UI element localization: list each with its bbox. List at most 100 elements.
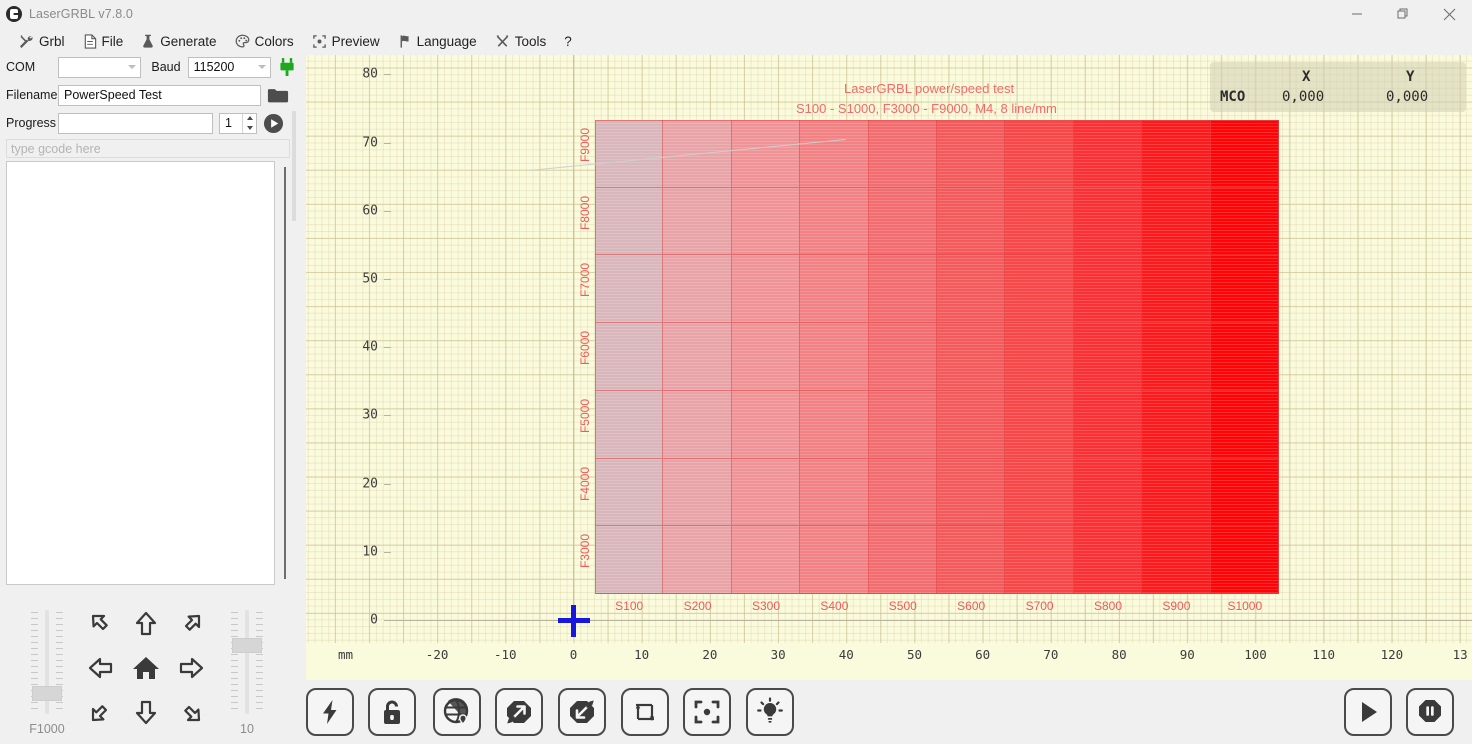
- green-plug-icon[interactable]: [279, 57, 296, 77]
- x-axis-tick-label: 100: [1244, 647, 1267, 662]
- jog-speed-label: F1000: [29, 722, 65, 736]
- x-axis-tick-label: 90: [1179, 647, 1195, 662]
- gcode-input[interactable]: type gcode here: [6, 139, 290, 158]
- y-axis-tick: [384, 483, 391, 485]
- test-cell-S900-F3000: [1142, 526, 1211, 594]
- test-cell-S700-F6000: [1005, 323, 1074, 391]
- test-cell-S100-F5000: [595, 390, 664, 459]
- reset-button[interactable]: [306, 688, 354, 736]
- unlock-button[interactable]: [368, 688, 416, 736]
- slider-thumb[interactable]: [32, 686, 62, 701]
- run-button[interactable]: [1344, 688, 1392, 736]
- test-cell-S700-F5000: [1005, 390, 1074, 459]
- homing-button[interactable]: [433, 688, 481, 736]
- jog-down-right-button[interactable]: [170, 691, 212, 733]
- menu-file[interactable]: File: [74, 32, 133, 51]
- chevron-down-icon: [128, 65, 137, 69]
- test-cell-S800-F9000: [1073, 120, 1143, 188]
- frame-loop-button[interactable]: [621, 688, 669, 736]
- test-cell-S200-F8000: [663, 187, 732, 256]
- test-cell-S400-F4000: [800, 458, 869, 527]
- menu-colors[interactable]: Colors: [226, 32, 303, 51]
- jog-step-slider[interactable]: [228, 610, 266, 714]
- menu-language-label: Language: [416, 34, 477, 49]
- menu-grbl[interactable]: Grbl: [10, 32, 74, 51]
- repeat-count-stepper[interactable]: 1: [219, 112, 257, 134]
- column-label-S400: S400: [820, 599, 849, 613]
- com-select[interactable]: [58, 56, 142, 78]
- jog-step-label: 10: [240, 722, 254, 736]
- test-cell-S900-F4000: [1142, 458, 1211, 527]
- menu-tools[interactable]: Tools: [486, 32, 556, 51]
- jog-home-button[interactable]: [125, 647, 167, 689]
- jog-down-left-button[interactable]: [80, 691, 122, 733]
- y-axis-tick: [384, 620, 391, 621]
- pause-button[interactable]: [1406, 688, 1454, 736]
- play-circle-icon[interactable]: [263, 113, 284, 134]
- menu-help-label: ?: [564, 34, 572, 49]
- y-axis-tick-label: 10: [362, 544, 378, 560]
- baud-select[interactable]: 115200: [187, 56, 271, 78]
- panel-splitter[interactable]: [292, 111, 296, 221]
- chart-subtitle: S100 - S1000, F3000 - F9000, M4, 8 line/…: [796, 101, 1057, 116]
- stepper-down-icon[interactable]: [246, 125, 253, 130]
- stepper-arrows[interactable]: [242, 113, 256, 133]
- preview-canvas[interactable]: 0 10 20 30 40 50 60 70 80 S100 S200 S300 S400 S500 S6…: [306, 55, 1472, 680]
- folder-icon[interactable]: [267, 87, 289, 104]
- bottom-toolbar: [296, 680, 1472, 744]
- arrow-in-octagon-icon: [570, 700, 594, 723]
- menu-help[interactable]: ?: [555, 32, 581, 51]
- return-zero-button[interactable]: [558, 688, 606, 736]
- y-axis-tick: [384, 415, 391, 417]
- test-cell-S800-F5000: [1073, 390, 1143, 459]
- minimize-button[interactable]: [1334, 0, 1380, 28]
- test-cell-S300-F8000: [731, 187, 801, 256]
- x-axis-tick-label: 20: [702, 647, 718, 662]
- x-axis-strip: -20 -10 0 10 20 30 40 50 60 70 80 90 100 110 120 13: [306, 643, 1472, 680]
- y-axis-tick: [384, 74, 391, 76]
- test-cell-S200-F5000: [663, 390, 732, 459]
- arrow-out-octagon-icon: [507, 701, 531, 724]
- test-cell-S400-F6000: [800, 323, 869, 391]
- console-scrollbar[interactable]: [281, 167, 289, 579]
- test-cell-S500-F7000: [868, 255, 937, 324]
- jog-up-right-button[interactable]: [170, 603, 212, 645]
- set-zero-button[interactable]: [495, 688, 543, 736]
- test-cell-S600-F4000: [937, 458, 1006, 527]
- test-cell-S700-F3000: [1005, 526, 1074, 594]
- restore-button[interactable]: [1380, 0, 1426, 28]
- close-button[interactable]: [1426, 0, 1472, 28]
- console-log[interactable]: [6, 161, 275, 585]
- menu-language[interactable]: Language: [389, 32, 486, 51]
- laser-light-button[interactable]: [746, 688, 794, 736]
- test-cell-S800-F4000: [1073, 458, 1143, 527]
- test-cell-S1000-F6000: [1210, 323, 1279, 391]
- slider-thumb[interactable]: [232, 638, 262, 653]
- jog-right-button[interactable]: [170, 647, 212, 689]
- y-axis-tick-label: 30: [362, 407, 378, 423]
- jog-up-button[interactable]: [125, 603, 167, 645]
- x-axis-tick-label: 0: [569, 647, 578, 662]
- jog-left-button[interactable]: [80, 647, 122, 689]
- stepper-up-icon[interactable]: [246, 116, 253, 121]
- test-cell-S400-F5000: [800, 390, 869, 459]
- test-cell-S600-F6000: [937, 323, 1006, 391]
- menu-generate[interactable]: Generate: [132, 32, 225, 51]
- test-cell-S500-F4000: [868, 458, 937, 527]
- test-cell-S1000-F7000: [1210, 255, 1279, 324]
- menu-preview[interactable]: Preview: [303, 32, 389, 51]
- dro-x-header: X: [1302, 69, 1311, 85]
- column-label-S1000: S1000: [1227, 599, 1263, 613]
- test-cell-S800-F6000: [1073, 323, 1143, 391]
- filename-field[interactable]: PowerSpeed Test: [58, 84, 261, 106]
- focus-center-button[interactable]: [683, 688, 731, 736]
- x-axis-tick-label: -20: [425, 647, 449, 662]
- flag-icon: [398, 34, 412, 49]
- slider-track: [245, 610, 249, 714]
- pause-octagon-icon: [1419, 700, 1441, 722]
- jog-up-left-button[interactable]: [80, 603, 122, 645]
- jog-speed-slider[interactable]: [28, 610, 66, 714]
- jog-down-button[interactable]: [125, 691, 167, 733]
- test-cell-S300-F7000: [731, 255, 801, 324]
- y-axis-tick: [384, 551, 391, 553]
